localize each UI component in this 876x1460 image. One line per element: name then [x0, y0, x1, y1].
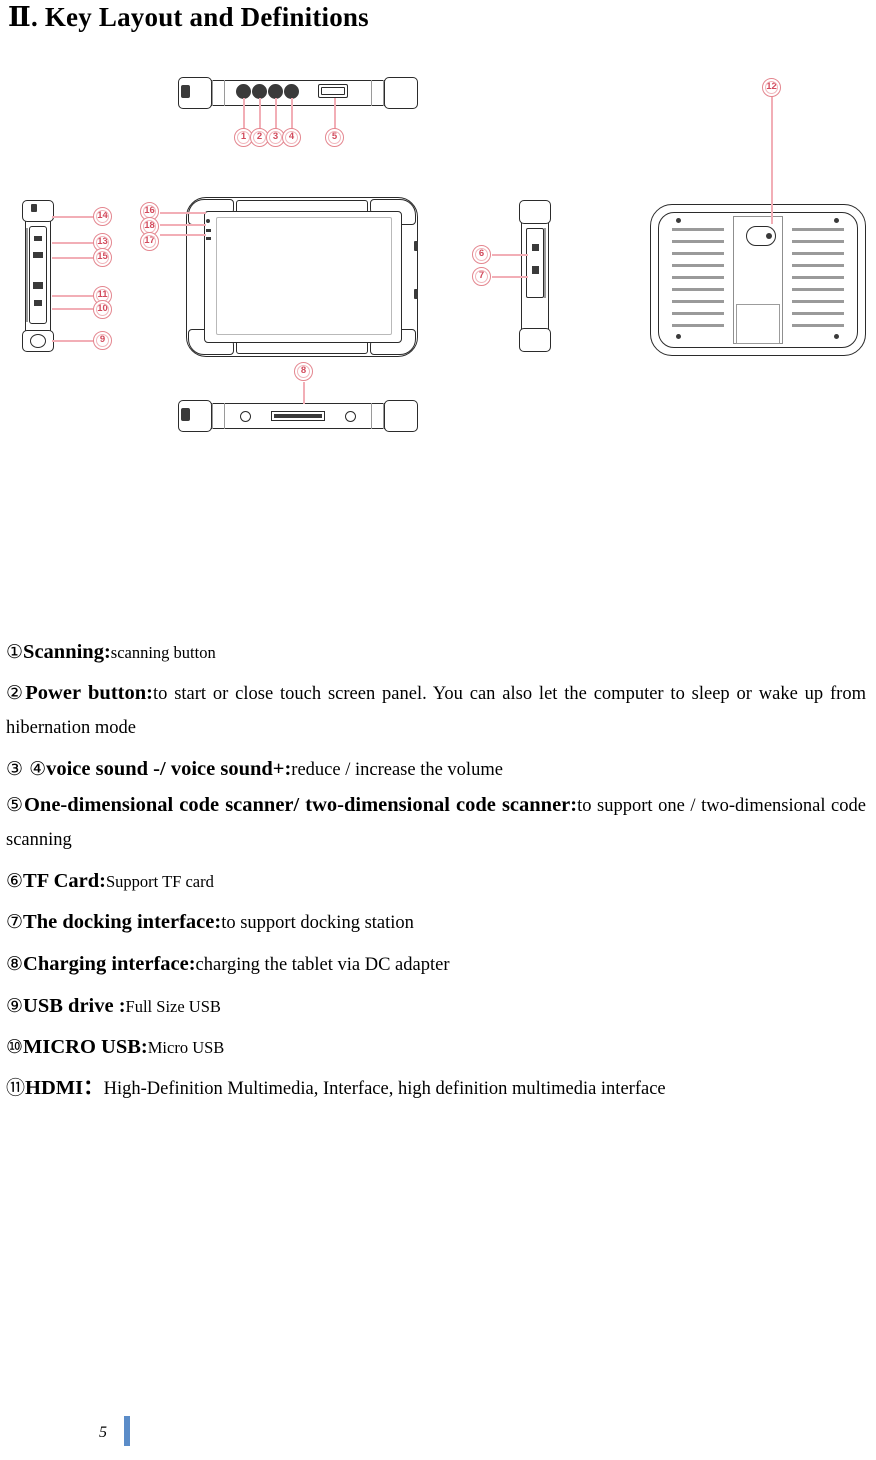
- definition-item-8: ⑧Charging interface:charging the tablet …: [0, 948, 876, 982]
- left-port-hdmi: [33, 252, 43, 258]
- top-button-4: [284, 84, 299, 99]
- definition-number: ⑧: [6, 953, 24, 975]
- callout-12: 12: [762, 78, 781, 97]
- definition-term: Scanning:: [23, 641, 111, 663]
- front-indicator-camera: [206, 219, 210, 223]
- definitions-list: ①Scanning:scanning button ②Power button:…: [0, 636, 876, 1114]
- definition-item-2: ②Power button:to start or close touch sc…: [0, 677, 876, 745]
- page-footer: 5: [0, 1414, 876, 1454]
- callout-4: 4: [282, 128, 301, 147]
- definition-number: ⑪: [6, 1077, 26, 1099]
- callout-8: 8: [294, 362, 313, 381]
- definition-number: ⑦: [6, 911, 24, 933]
- definition-item-7: ⑦The docking interface:to support dockin…: [0, 906, 876, 940]
- top-button-1: [236, 84, 251, 99]
- definition-description: reduce / increase the volume: [291, 760, 503, 780]
- definition-description: Support TF card: [106, 872, 214, 891]
- definition-term: TF Card:: [23, 870, 106, 892]
- definition-number: ⑤: [6, 794, 24, 816]
- callout-10: 10: [93, 300, 112, 319]
- text-cursor: [124, 1416, 130, 1446]
- key-layout-figure: 1 2 3 4 5 14 13 15 11 10 9 16 18 17 6 7 …: [0, 52, 876, 462]
- definition-description: Micro USB: [147, 1038, 225, 1057]
- definition-number: ⑥: [6, 870, 24, 892]
- definition-description: scanning button: [110, 643, 216, 662]
- device-front-view: [186, 197, 418, 357]
- bottom-guide-hole-left: [240, 411, 251, 422]
- definition-number: ⑩: [6, 1036, 24, 1058]
- callout-15: 15: [93, 248, 112, 267]
- right-port-tf-card: [532, 244, 539, 251]
- definition-term: USB drive :: [23, 995, 126, 1017]
- device-back-view: [650, 204, 866, 356]
- left-port-micro-usb: [34, 236, 42, 241]
- definition-number: ②: [6, 682, 26, 704]
- definition-description: charging the tablet via DC adapter: [195, 955, 450, 975]
- right-port-docking: [532, 266, 539, 274]
- callout-5: 5: [325, 128, 344, 147]
- left-port-round: [30, 334, 46, 348]
- definition-term: The docking interface:: [23, 911, 222, 933]
- definition-term: Charging interface:: [23, 953, 196, 975]
- left-port-dc: [34, 300, 42, 306]
- definition-description: High-Definition Multimedia, Interface, h…: [103, 1079, 666, 1099]
- front-screen: [216, 217, 392, 335]
- bottom-guide-hole-right: [345, 411, 356, 422]
- definition-item-5: ⑤One-dimensional code scanner/ two-dimen…: [0, 789, 876, 857]
- definition-item-3-4: ③ ④voice sound -/ voice sound+:reduce / …: [0, 753, 876, 787]
- device-bottom-edge-view: [178, 397, 418, 437]
- definition-term: MICRO USB:: [23, 1036, 148, 1058]
- device-left-edge-view: [18, 200, 58, 352]
- page-number: 5: [99, 1424, 107, 1441]
- definition-term: voice sound -/ voice sound+:: [46, 758, 292, 780]
- definition-term: Power button:: [25, 682, 153, 704]
- front-indicator-led: [206, 229, 211, 232]
- top-button-3: [268, 84, 283, 99]
- device-top-edge-view: [178, 70, 418, 110]
- definition-description: to support docking station: [221, 913, 414, 933]
- left-port-usb: [33, 282, 43, 289]
- page-title: Ⅱ. Key Layout and Definitions: [8, 2, 369, 32]
- callout-9: 9: [93, 331, 112, 350]
- definition-item-1: ①Scanning:scanning button: [0, 636, 876, 669]
- callout-6: 6: [472, 245, 491, 264]
- definition-number: ③ ④: [6, 758, 47, 780]
- top-button-2: [252, 84, 267, 99]
- definition-number: ⑨: [6, 995, 24, 1017]
- front-indicator-sensor: [206, 237, 211, 240]
- definition-item-6: ⑥TF Card:Support TF card: [0, 865, 876, 898]
- definition-number: ①: [6, 641, 24, 663]
- definition-term: One-dimensional code scanner/ two-dimens…: [23, 794, 578, 816]
- definition-item-9: ⑨USB drive :Full Size USB: [0, 990, 876, 1023]
- definition-item-11: ⑪HDMI：High-Definition Multimedia, Interf…: [0, 1072, 876, 1106]
- definition-term: HDMI：: [25, 1077, 104, 1099]
- definition-item-10: ⑩MICRO USB:Micro USB: [0, 1031, 876, 1064]
- callout-17: 17: [140, 232, 159, 251]
- callout-7: 7: [472, 267, 491, 286]
- callout-14: 14: [93, 207, 112, 226]
- definition-description: Full Size USB: [125, 997, 221, 1016]
